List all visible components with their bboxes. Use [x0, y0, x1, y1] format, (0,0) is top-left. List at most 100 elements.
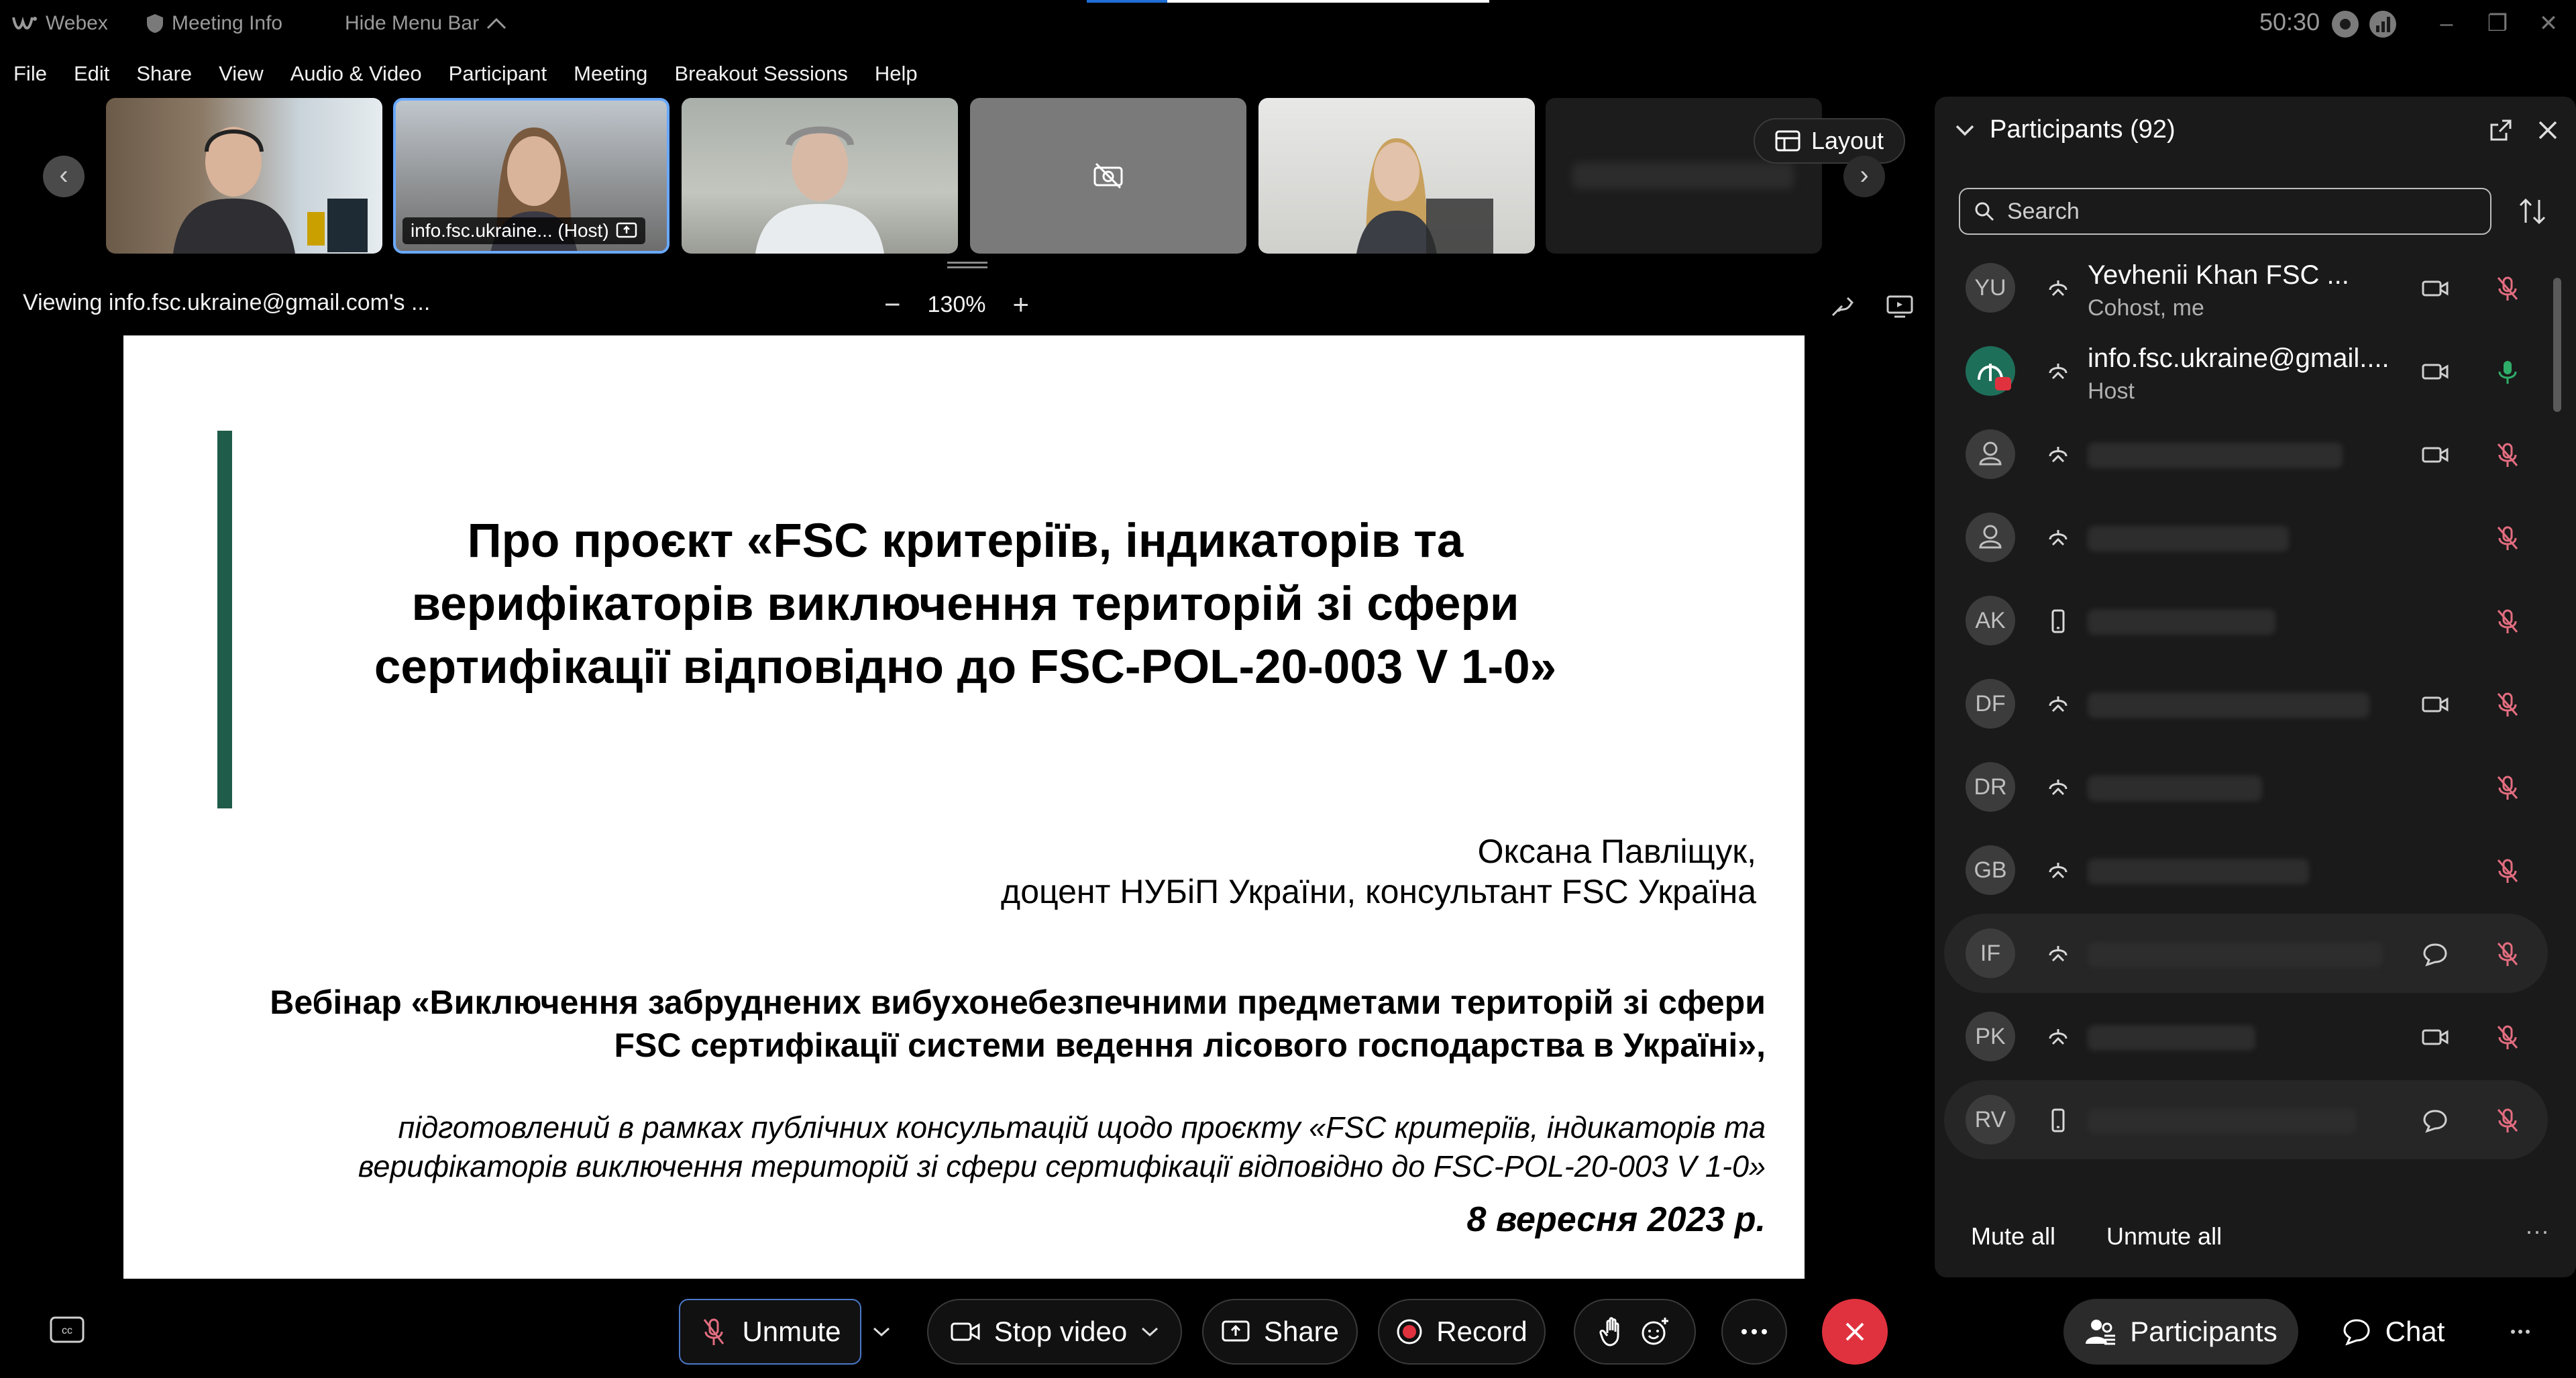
closed-captions-icon[interactable]: cc [50, 1316, 85, 1343]
participant-row[interactable]: GB [1944, 831, 2548, 910]
video-tile-host[interactable]: info.fsc.ukraine... (Host) [393, 98, 669, 254]
chevron-down-icon[interactable] [1140, 1326, 1159, 1338]
sort-icon[interactable] [2516, 195, 2549, 228]
participant-row[interactable]: info.fsc.ukraine@gmail.... Host [1944, 331, 2548, 411]
mic-muted-icon[interactable] [2493, 523, 2522, 553]
mic-muted-icon[interactable] [2493, 773, 2522, 802]
computer-audio-icon [2049, 280, 2068, 297]
network-health-icon[interactable] [2368, 9, 2398, 39]
participant-row[interactable]: DF [1944, 664, 2548, 743]
more-icon [1741, 1329, 1767, 1334]
close-panel-icon[interactable] [2534, 117, 2561, 144]
mic-muted-icon[interactable] [2493, 690, 2522, 719]
video-tile-participant-3[interactable] [682, 98, 958, 254]
chat-icon [2343, 1319, 2370, 1346]
participant-row[interactable]: RV [1944, 1080, 2548, 1159]
shield-icon [147, 14, 163, 33]
video-tile-participant-1[interactable] [106, 98, 382, 254]
unmute-all-button[interactable]: Unmute all [2106, 1222, 2222, 1251]
mic-muted-icon[interactable] [2493, 606, 2522, 636]
search-input[interactable] [2007, 198, 2477, 225]
mic-muted-icon[interactable] [2493, 440, 2522, 470]
chevron-down-icon[interactable] [1955, 123, 1975, 137]
mic-muted-icon[interactable] [2493, 1022, 2522, 1052]
toolbar-more-button[interactable] [2490, 1299, 2551, 1365]
panel-header[interactable]: Participants (92) [1955, 115, 2176, 144]
share-button[interactable]: Share [1202, 1299, 1358, 1365]
restore-button[interactable]: ❐ [2481, 7, 2514, 40]
annotate-icon[interactable] [1829, 291, 1858, 321]
unmute-button[interactable]: Unmute [679, 1299, 861, 1365]
participant-row[interactable] [1944, 498, 2548, 577]
zoom-in-button[interactable]: + [1013, 288, 1030, 321]
webex-logo-icon [12, 16, 37, 30]
menu-edit[interactable]: Edit [60, 59, 123, 89]
participants-panel-button[interactable]: Participants [2063, 1299, 2298, 1365]
avatar [1966, 513, 2015, 562]
menu-file[interactable]: File [0, 59, 60, 89]
mic-muted-icon[interactable] [2493, 1106, 2522, 1135]
mic-muted-icon[interactable] [2493, 274, 2522, 303]
participant-list: YU Yevhenii Khan FSC ... Cohost, me info… [1935, 248, 2559, 1161]
participant-row[interactable]: IF [1944, 914, 2548, 993]
chat-bubble-icon[interactable] [2420, 939, 2450, 969]
computer-audio-icon [2049, 530, 2068, 546]
participant-row[interactable]: DR [1944, 747, 2548, 827]
menu-share[interactable]: Share [123, 59, 205, 89]
chat-panel-button[interactable]: Chat [2324, 1299, 2462, 1365]
participant-row[interactable]: YU Yevhenii Khan FSC ... Cohost, me [1944, 248, 2548, 327]
unmute-label: Unmute [742, 1316, 841, 1347]
menu-participant[interactable]: Participant [435, 59, 560, 89]
raise-hand-icon[interactable] [1599, 1316, 1626, 1348]
mic-on-icon[interactable] [2493, 357, 2522, 386]
menu-meeting[interactable]: Meeting [560, 59, 661, 89]
participant-row[interactable] [1944, 415, 2548, 494]
slide-date: 8 вересня 2023 р. [1466, 1200, 1766, 1239]
record-button[interactable]: Record [1378, 1299, 1546, 1365]
more-options-icon[interactable]: ··· [2525, 1217, 2549, 1245]
menu-breakout-sessions[interactable]: Breakout Sessions [661, 59, 861, 89]
mic-muted-icon[interactable] [2493, 939, 2522, 969]
participant-row[interactable]: PK [1944, 997, 2548, 1076]
filmstrip-prev-button[interactable]: ‹ [43, 156, 85, 197]
computer-audio-icon [2049, 447, 2068, 463]
person-icon [1979, 441, 2002, 466]
participant-scrollbar[interactable] [2553, 251, 2561, 1157]
emoji-reaction-icon[interactable] [1640, 1316, 1670, 1347]
close-window-button[interactable]: ✕ [2532, 7, 2565, 40]
menu-audio-video[interactable]: Audio & Video [277, 59, 435, 89]
hide-menu-bar-button[interactable]: Hide Menu Bar [345, 12, 507, 35]
layout-button[interactable]: Layout [1754, 118, 1905, 164]
slide-author-position: доцент НУБіП України, консультант FSC Ук… [1001, 873, 1756, 910]
close-icon [1845, 1322, 1864, 1341]
participant-row[interactable]: AK [1944, 581, 2548, 660]
meeting-info-button[interactable]: Meeting Info [145, 12, 282, 35]
leave-meeting-button[interactable] [1822, 1299, 1888, 1365]
record-icon [1397, 1319, 1422, 1344]
blurred-participant-name [2088, 776, 2262, 801]
mute-all-button[interactable]: Mute all [1971, 1222, 2055, 1251]
layout-icon [1775, 130, 1801, 152]
video-tile-participant-5[interactable] [1258, 98, 1535, 254]
chat-bubble-icon[interactable] [2420, 1106, 2450, 1135]
video-tile-camera-off[interactable] [970, 98, 1246, 254]
menu-view[interactable]: View [205, 59, 277, 89]
filmstrip-next-button[interactable]: › [1843, 156, 1885, 197]
zoom-out-button[interactable]: − [884, 288, 901, 321]
more-options-button[interactable] [1721, 1299, 1787, 1365]
menu-help[interactable]: Help [861, 59, 931, 89]
video-filmstrip: ‹ info.fsc.ukraine... (Host) Layout › [0, 98, 1932, 268]
share-view-options-icon[interactable] [1885, 291, 1915, 321]
scroll-thumb[interactable] [2553, 278, 2561, 412]
audio-options-chevron[interactable] [861, 1299, 902, 1365]
stop-video-button[interactable]: Stop video [927, 1299, 1182, 1365]
chevron-down-icon [873, 1327, 890, 1337]
mic-muted-icon[interactable] [2493, 856, 2522, 886]
participant-search[interactable] [1959, 188, 2491, 235]
minimize-button[interactable]: – [2430, 7, 2463, 40]
filmstrip-resize-handle[interactable] [947, 262, 987, 268]
chat-button-label: Chat [2385, 1316, 2445, 1347]
pop-out-icon[interactable] [2487, 117, 2514, 144]
viewing-bar: Viewing info.fsc.ukraine@gmail.com's ...… [0, 282, 1932, 329]
avatar: DF [1966, 679, 2015, 729]
